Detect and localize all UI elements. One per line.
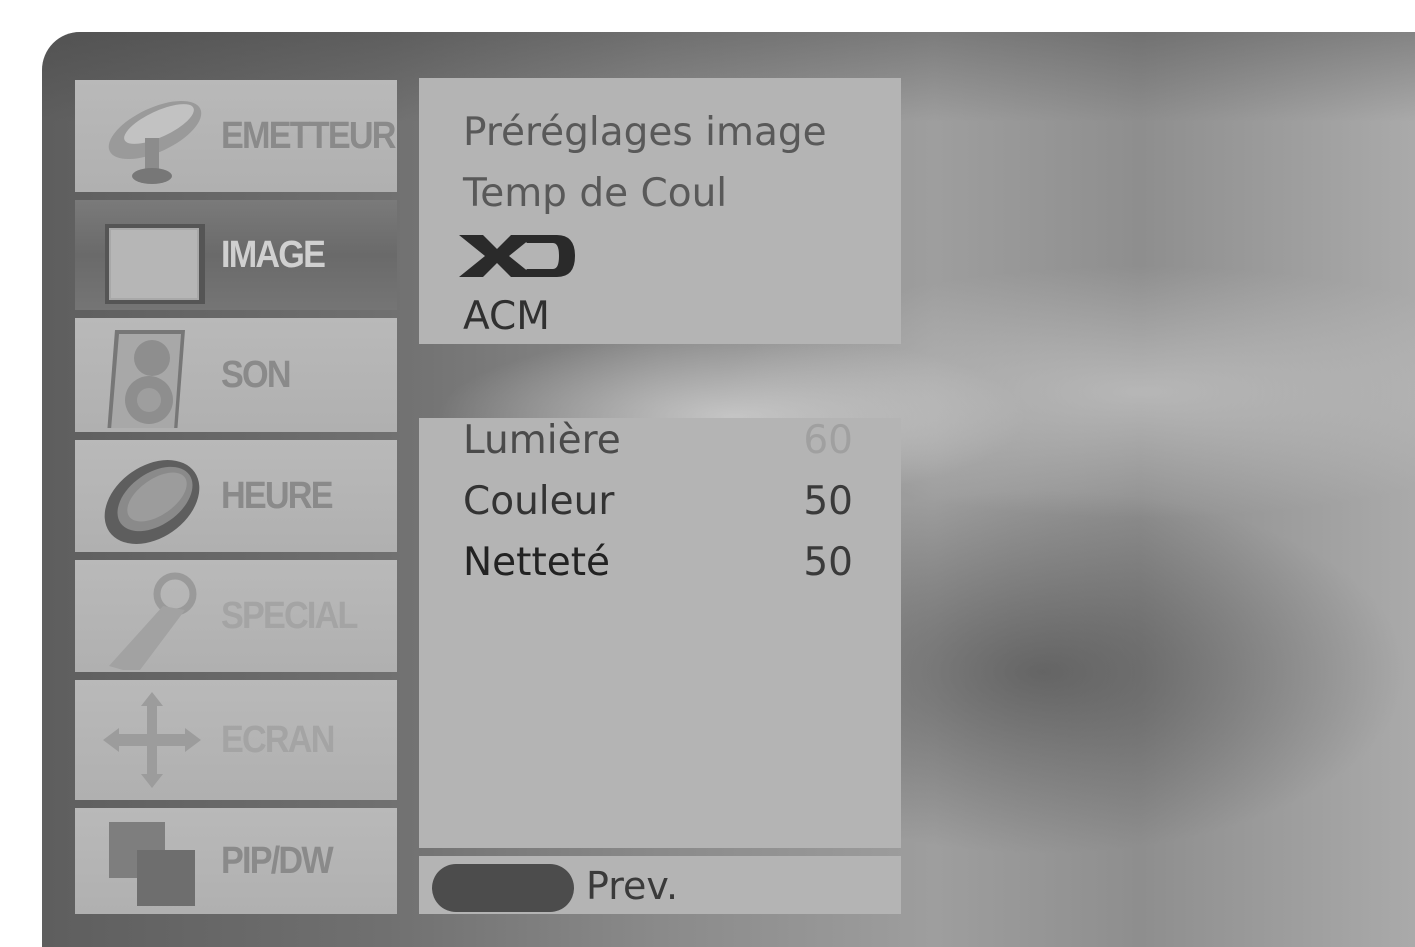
speaker-icon [107,330,185,428]
setting-value: 50 [803,479,853,524]
menu-footer-bar: Prev. [419,856,901,914]
menu-item-label: ACM [463,294,550,339]
sidebar-item-heure[interactable]: HEURE [75,440,397,552]
pip-windows-icon [109,822,195,906]
picture-settings-panel: Lumière 60 Couleur 50 Netteté 50 [419,418,901,848]
setting-row-nettete[interactable]: Netteté 50 [463,540,853,585]
setting-value: 50 [803,540,853,585]
xd-logo-icon[interactable]: XD [457,231,577,281]
xd-label: XD [457,231,459,232]
setting-row-couleur[interactable]: Couleur 50 [463,479,853,524]
sidebar-item-special[interactable]: SPECIAL [75,560,397,672]
sidebar-item-son[interactable]: SON [75,318,397,432]
sidebar-item-label: SON [221,353,292,396]
menu-item-color-temp[interactable]: Temp de Coul [463,171,853,216]
sidebar-item-image[interactable]: IMAGE [75,200,397,310]
prev-label: Prev. [586,864,679,908]
menu-item-label: Temp de Coul [463,171,728,216]
sidebar-item-pip-dw[interactable]: PIP/DW [75,808,397,914]
satellite-dish-icon [108,100,202,184]
menu-item-acm[interactable]: ACM [463,294,853,339]
move-arrows-icon [103,692,201,788]
prev-button[interactable] [432,864,574,912]
sidebar-item-ecran[interactable]: ECRAN [75,680,397,800]
setting-row-lumiere[interactable]: Lumière 60 [463,418,853,463]
sidebar-item-label: PIP/DW [221,839,334,882]
clock-ring-icon [104,460,200,544]
setting-label: Lumière [463,418,621,463]
setting-label: Couleur [463,479,615,524]
menu-item-picture-presets[interactable]: Préréglages image [463,110,853,155]
key-tag-icon [109,572,197,670]
setting-label: Netteté [463,540,611,585]
sidebar-item-label: SPECIAL [221,594,358,637]
picture-frame-icon [105,224,205,304]
sidebar-item-label: EMETTEUR [221,114,397,157]
sidebar-item-label: ECRAN [221,718,335,761]
menu-item-label: Préréglages image [463,110,827,155]
sidebar-item-label: IMAGE [221,233,326,276]
sidebar-item-label: HEURE [221,474,334,517]
picture-submenu-panel: Préréglages image Temp de Coul XD ACM [419,78,901,344]
sidebar-item-emetteur[interactable]: EMETTEUR [75,80,397,192]
setting-value: 60 [803,418,853,463]
